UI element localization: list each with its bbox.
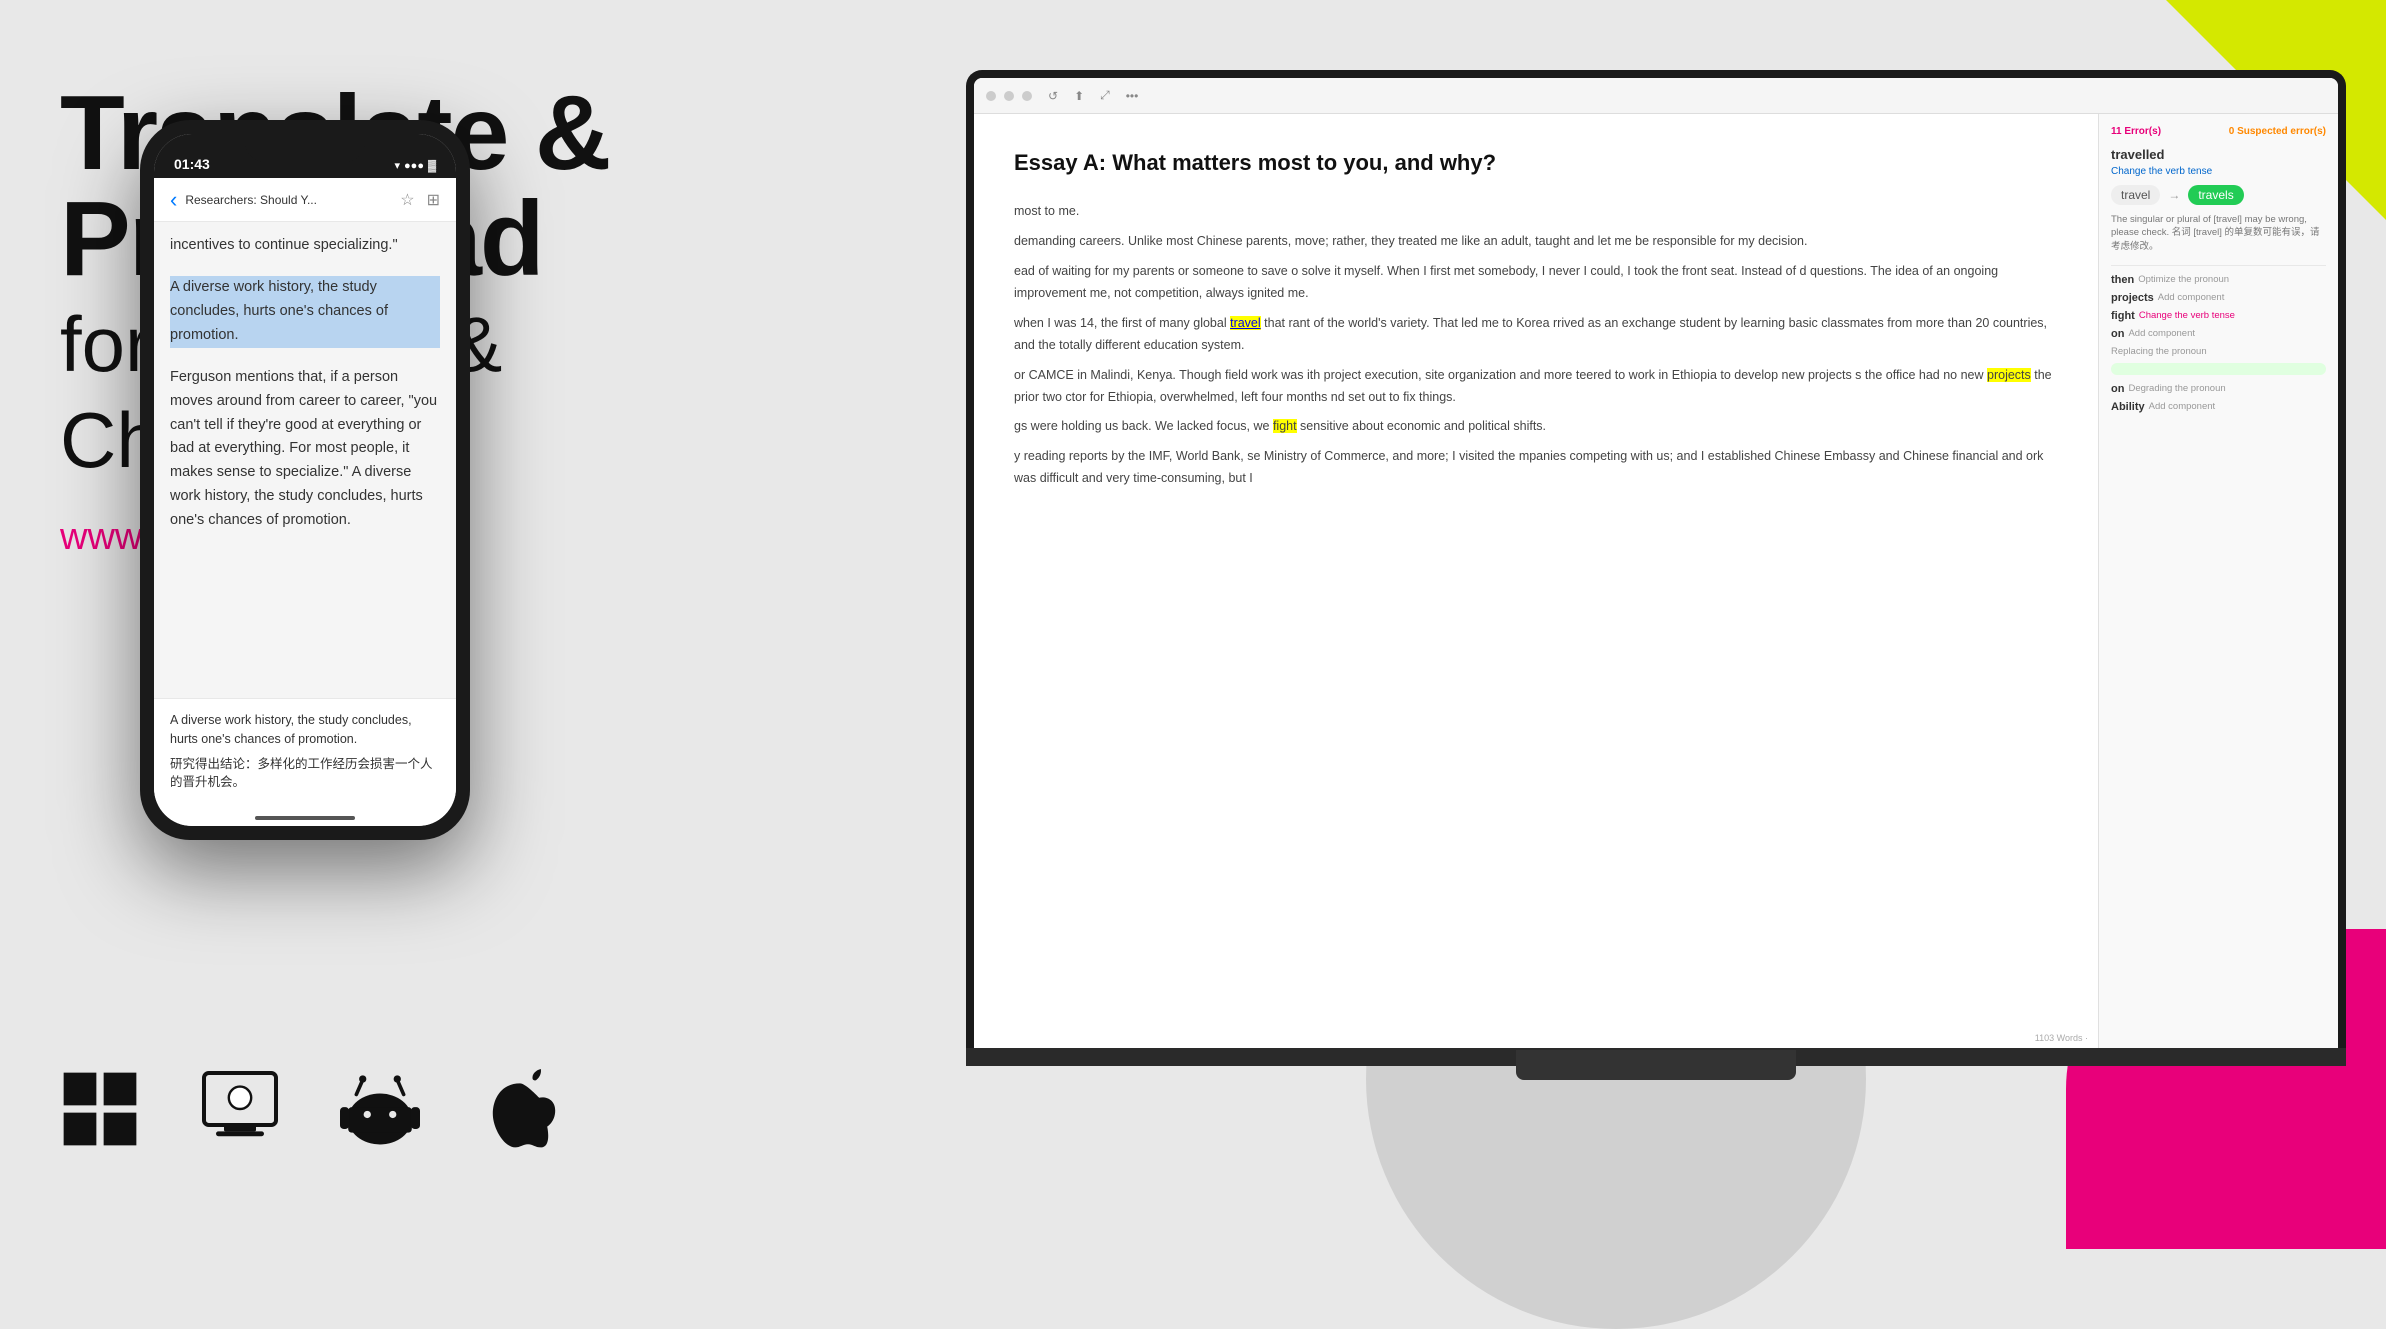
doc-para-1: most to me. [1014, 201, 2058, 223]
highlight-projects: projects [1987, 368, 2031, 382]
wifi-icon: ▾ [395, 159, 401, 172]
windows-icon [60, 1069, 140, 1149]
toolbar-share-icon[interactable]: ⬆ [1074, 89, 1084, 103]
phone-translation-en: A diverse work history, the study conclu… [170, 711, 440, 749]
doc-main: Essay A: What matters most to you, and w… [974, 114, 2098, 1050]
panel-row-fight: fight Change the verb tense [2111, 310, 2326, 322]
panel-row-on: on Add component [2111, 328, 2326, 340]
toolbar-dot-2 [1004, 91, 1014, 101]
suspected-count: 0 Suspected error(s) [2229, 126, 2326, 137]
battery-icon: ▓ [428, 160, 436, 172]
panel-word-projects: projects [2111, 292, 2154, 304]
panel-row-projects: projects Add component [2111, 292, 2326, 304]
panel-word-then: then [2111, 274, 2134, 286]
platform-icons [60, 1069, 560, 1149]
toolbar-dot-3 [1022, 91, 1032, 101]
signal-icon: ●●● [404, 160, 424, 172]
desktop-screen-inner: ↺ ⬆ ⤢ ••• Essay A: What matters most to … [974, 78, 2338, 1050]
highlight-travel: travel [1230, 316, 1261, 330]
doc-body-wrap: Essay A: What matters most to you, and w… [974, 114, 2338, 1050]
phone-time: 01:43 [174, 156, 210, 172]
doc-para-6: gs were holding us back. We lacked focus… [1014, 416, 2058, 438]
doc-title: Essay A: What matters most to you, and w… [1014, 144, 2058, 181]
panel-replacing: Replacing the pronoun [2111, 346, 2326, 357]
error-count: 11 Error(s) [2111, 126, 2161, 137]
doc-footer: 1103 Words · [2035, 1031, 2088, 1046]
doc-para-3: ead of waiting for my parents or someone… [1014, 261, 2058, 305]
phone-translation-area: A diverse work history, the study conclu… [154, 698, 456, 826]
panel-word-on2: on [2111, 383, 2124, 395]
panel-action-on2[interactable]: Degrading the pronoun [2128, 383, 2225, 394]
phone-translation-zh: 研究得出结论：多样化的工作经历会损害一个人的晋升机会。 [170, 755, 440, 793]
desktop-stand [1516, 1050, 1796, 1080]
toolbar-more-icon[interactable]: ••• [1126, 89, 1139, 103]
panel-add-global[interactable] [2111, 363, 2326, 375]
phone-back-button[interactable]: ‹ [170, 187, 177, 213]
android-icon [340, 1069, 420, 1149]
divider-1 [2111, 265, 2326, 266]
highlight-fight: fight [1273, 419, 1297, 433]
doc-text: most to me. demanding careers. Unlike mo… [1014, 201, 2058, 490]
word-chip-travels[interactable]: travels [2188, 185, 2243, 205]
phone-para-1: incentives to continue specializing." [170, 234, 440, 258]
phone-menu-icon[interactable]: ⊞ [427, 190, 440, 210]
panel-word-fight: fight [2111, 310, 2135, 322]
phone-home-indicator [255, 816, 355, 820]
phone-nav-title: Researchers: Should Y... [185, 193, 392, 207]
panel-header: 11 Error(s) 0 Suspected error(s) [2111, 126, 2326, 137]
doc-para-7: y reading reports by the IMF, World Bank… [1014, 446, 2058, 490]
phone-para-highlighted: A diverse work history, the study conclu… [170, 276, 440, 348]
phone-nav-icons: ☆ ⊞ [400, 190, 440, 210]
panel-row-ability: Ability Add component [2111, 401, 2326, 413]
apple-icon [480, 1069, 560, 1149]
doc-para-2: demanding careers. Unlike most Chinese p… [1014, 231, 2058, 253]
mac-icon [200, 1069, 280, 1149]
phone-body: 01:43 ▾ ●●● ▓ ‹ Researchers: Should Y...… [140, 120, 470, 840]
phone-status-icons: ▾ ●●● ▓ [395, 159, 437, 172]
panel-action-on[interactable]: Add component [2128, 328, 2195, 339]
toolbar-expand-icon[interactable]: ⤢ [1100, 88, 1110, 103]
phone-wrap: 01:43 ▾ ●●● ▓ ‹ Researchers: Should Y...… [140, 120, 470, 840]
panel-action-fight[interactable]: Change the verb tense [2139, 310, 2235, 321]
panel-action-ability[interactable]: Add component [2149, 401, 2216, 412]
phone-nav-bar: ‹ Researchers: Should Y... ☆ ⊞ [154, 178, 456, 222]
panel-action-then[interactable]: Optimize the pronoun [2138, 274, 2229, 285]
panel-action-projects[interactable]: Add component [2158, 292, 2225, 303]
panel-word-on: on [2111, 328, 2124, 340]
word-options: travel → travels [2111, 185, 2326, 205]
phone-content-area: incentives to continue specializing." A … [154, 222, 456, 702]
panel-note: The singular or plural of [travel] may b… [2111, 213, 2326, 253]
doc-para-4: when I was 14, the first of many global … [1014, 313, 2058, 357]
phone-para-3: Ferguson mentions that, if a person move… [170, 366, 440, 533]
panel-row-on2: on Degrading the pronoun [2111, 383, 2326, 395]
desktop-screen: ↺ ⬆ ⤢ ••• Essay A: What matters most to … [966, 70, 2346, 1050]
arrow-icon: → [2168, 188, 2180, 202]
panel-word-ability: Ability [2111, 401, 2145, 413]
panel-link-travelled[interactable]: Change the verb tense [2111, 166, 2326, 177]
doc-toolbar: ↺ ⬆ ⤢ ••• [974, 78, 2338, 114]
phone-star-icon[interactable]: ☆ [400, 190, 414, 210]
word-chip-travel[interactable]: travel [2111, 185, 2160, 205]
phone-screen: 01:43 ▾ ●●● ▓ ‹ Researchers: Should Y...… [154, 134, 456, 826]
toolbar-reload-icon[interactable]: ↺ [1048, 89, 1058, 103]
panel-row-then: then Optimize the pronoun [2111, 274, 2326, 286]
phone-notch [245, 134, 365, 162]
toolbar-dot-1 [986, 91, 996, 101]
doc-para-5: or CAMCE in Malindi, Kenya. Though field… [1014, 365, 2058, 409]
doc-right-panel: 11 Error(s) 0 Suspected error(s) travell… [2098, 114, 2338, 1050]
panel-word-travelled: travelled [2111, 147, 2326, 162]
